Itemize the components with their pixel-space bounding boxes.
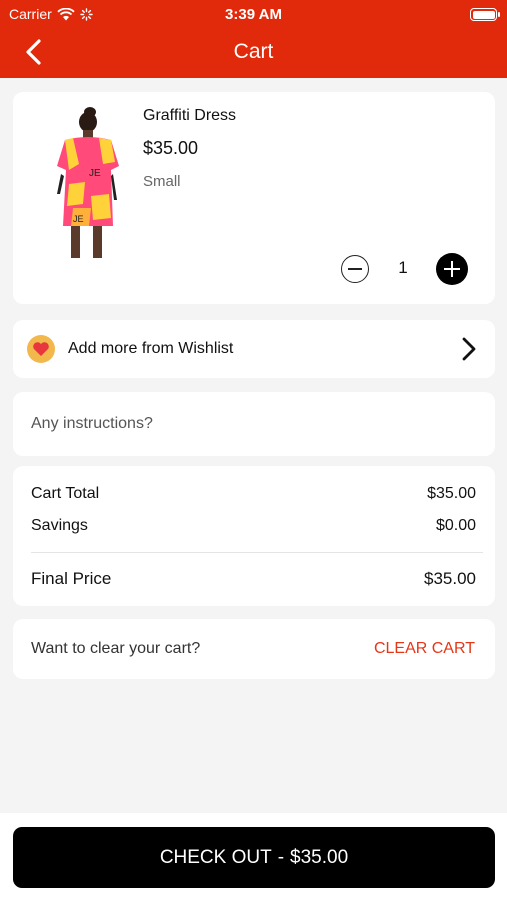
savings-label: Savings [31,517,88,534]
decrease-quantity-button[interactable] [341,255,369,283]
order-summary-card: Cart Total $35.00 Savings $0.00 Final Pr… [13,466,495,606]
battery-icon [470,8,500,21]
checkout-bar: CHECK OUT - $35.00 [0,813,507,900]
page-title: Cart [233,40,274,63]
increase-quantity-button[interactable] [436,253,468,285]
status-bar: Carrier 3:39 AM [0,4,507,24]
status-time: 3:39 AM [225,6,282,23]
checkout-separator: - [277,846,285,868]
checkout-button[interactable]: CHECK OUT - $35.00 [13,827,495,888]
product-name[interactable]: Graffiti Dress [143,107,236,125]
svg-text:JE: JE [73,214,84,224]
cart-total-value: $35.00 [427,485,476,502]
final-price-value: $35.00 [424,569,476,588]
checkout-label: CHECK OUT [159,846,272,868]
clear-cart-button[interactable]: CLEAR CART [374,640,475,658]
cart-item-card: JE JE Graffiti Dress $35.00 Small 1 [13,92,495,304]
product-price: $35.00 [143,138,199,158]
app-header: Carrier 3:39 AM Cart [0,0,507,78]
heart-badge [27,335,55,363]
cart-total-label: Cart Total [31,485,100,502]
svg-text:JE: JE [89,168,101,179]
savings-value: $0.00 [435,517,476,534]
instructions-input[interactable] [31,411,471,437]
heart-icon [33,342,49,356]
product-image[interactable]: JE JE [33,104,143,264]
summary-divider [31,552,483,553]
instructions-card [13,392,495,456]
quantity-value: 1 [398,258,408,277]
product-size: Small [143,173,181,190]
chevron-right-icon [462,337,476,361]
add-from-wishlist-row[interactable]: Add more from Wishlist [13,320,495,378]
clear-cart-question: Want to clear your cart? [31,640,201,657]
checkout-amount: $35.00 [290,846,349,868]
clear-cart-card: Want to clear your cart? CLEAR CART [13,619,495,679]
final-price-label: Final Price [31,569,112,588]
wishlist-label: Add more from Wishlist [68,340,234,357]
